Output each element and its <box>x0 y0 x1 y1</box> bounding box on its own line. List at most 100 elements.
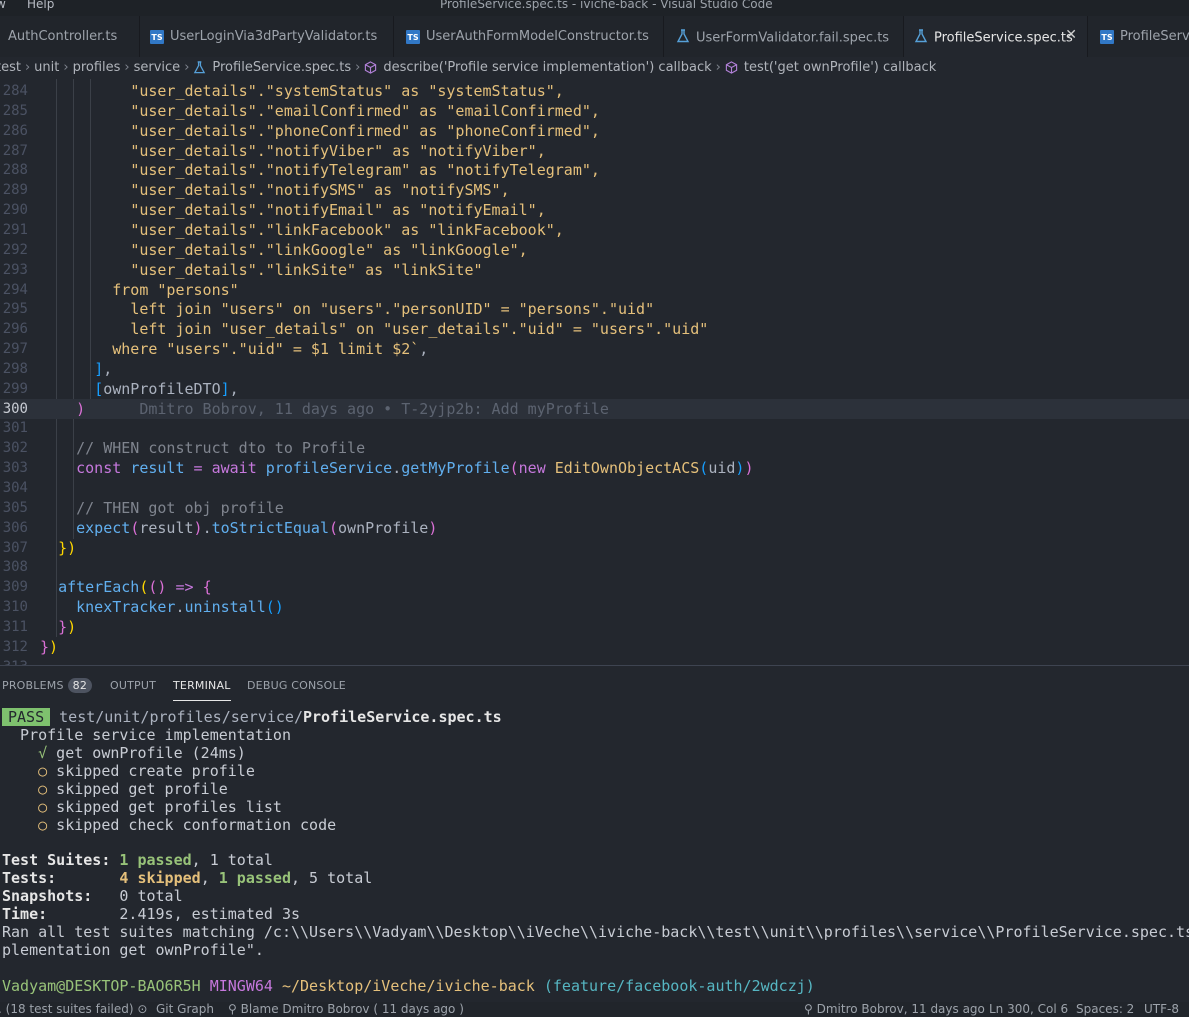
code-line[interactable]: 288 "user_details"."notifyTelegram" as "… <box>0 160 1189 180</box>
status-cursor-position[interactable]: Ln 300, Col 6 <box>989 1002 1068 1017</box>
tab-problems[interactable]: PROBLEMS 82 <box>2 678 93 693</box>
breadcrumb-item-profiles[interactable]: profiles <box>73 60 121 75</box>
code-line[interactable]: 306 expect(result).toStrictEqual(ownProf… <box>0 518 1189 538</box>
breadcrumb-item-describe[interactable]: describe('Profile service implementation… <box>383 60 711 75</box>
tab-output[interactable]: OUTPUT <box>110 679 156 692</box>
code-line[interactable]: 291 "user_details"."linkFacebook" as "li… <box>0 220 1189 240</box>
code-text: knexTracker.uninstall() <box>76 598 284 617</box>
chevron-right-icon: › <box>24 60 31 75</box>
tab-profileservice[interactable]: TS ProfileServ <box>1088 16 1189 57</box>
code-text: left join "user_details" on "user_detail… <box>130 320 709 339</box>
code-line[interactable]: 310 knexTracker.uninstall() <box>0 597 1189 617</box>
code-line[interactable]: 302 // WHEN construct dto to Profile <box>0 438 1189 458</box>
git-commit-icon: ⚲ <box>804 1002 813 1016</box>
tab-userauthformmodelconstructor[interactable]: TS UserAuthFormModelConstructor.ts <box>394 16 664 57</box>
summary-suites-passed: 1 passed <box>119 851 192 869</box>
code-text: "user_details"."linkFacebook" as "linkFa… <box>130 220 564 239</box>
code-line[interactable]: 297 where "users"."uid" = $1 limit $2`, <box>0 339 1189 359</box>
tab-terminal[interactable]: TERMINAL <box>173 679 231 701</box>
code-line[interactable]: 293 "user_details"."linkSite" as "linkSi… <box>0 260 1189 280</box>
status-indentation[interactable]: Spaces: 2 <box>1076 1002 1134 1017</box>
code-text: const result = await profileService.getM… <box>76 459 754 478</box>
tab-userloginvia3dpartyvalidator[interactable]: TS UserLoginVia3dPartyValidator.ts <box>140 16 394 57</box>
summary-time-label: Time: <box>2 905 48 923</box>
status-test-results[interactable]: . (18 test suites failed) ⊙ <box>0 1002 147 1017</box>
code-line[interactable]: 303 const result = await profileService.… <box>0 458 1189 478</box>
breadcrumb-item-unit[interactable]: unit <box>34 60 59 75</box>
code-line[interactable]: 305 // THEN got obj profile <box>0 498 1189 518</box>
breadcrumb-item-service[interactable]: service <box>134 60 181 75</box>
code-editor[interactable]: 284 "user_details"."systemStatus" as "sy… <box>0 79 1189 665</box>
test-path-file: ProfileService.spec.ts <box>303 708 502 726</box>
status-author-label: Dmitro Bobrov, 11 days ago <box>816 1002 985 1016</box>
line-number: 297 <box>2 341 28 358</box>
code-line[interactable]: 284 "user_details"."systemStatus" as "sy… <box>0 81 1189 101</box>
line-number: 299 <box>2 380 28 397</box>
code-line[interactable]: 311 }) <box>0 617 1189 637</box>
status-blame[interactable]: ⚲ Blame Dmitro Bobrov ( 11 days ago ) <box>228 1002 464 1017</box>
code-text: }) <box>58 538 77 557</box>
code-line[interactable]: 289 "user_details"."notifySMS" as "notif… <box>0 180 1189 200</box>
bottom-panel: PROBLEMS 82 OUTPUT TERMINAL DEBUG CONSOLE… <box>0 665 1189 1002</box>
check-icon: √ <box>2 744 48 762</box>
test-name: skipped get profiles list <box>47 798 282 816</box>
code-line[interactable]: 294 from "persons" <box>0 280 1189 300</box>
code-line-current[interactable]: 300 ) Dmitro Bobrov, 11 days ago • T-2yj… <box>0 398 1189 419</box>
line-number: 311 <box>2 618 28 635</box>
code-text: "user_details"."phoneConfirmed" as "phon… <box>130 121 600 140</box>
code-text: "user_details"."notifySMS" as "notifySMS… <box>130 181 510 200</box>
skip-circle-icon: ○ <box>2 798 48 816</box>
code-line[interactable]: 290 "user_details"."notifyEmail" as "not… <box>0 200 1189 220</box>
code-line[interactable]: 304 <box>0 478 1189 498</box>
code-text: // WHEN construct dto to Profile <box>76 439 366 458</box>
chevron-right-icon: › <box>124 60 130 75</box>
tab-userformvalidator-fail-spec[interactable]: UserFormValidator.fail.spec.ts <box>664 16 904 57</box>
line-number: 295 <box>2 301 28 318</box>
code-line[interactable]: 307 }) <box>0 538 1189 558</box>
summary-tests-passed: 1 passed <box>218 869 291 887</box>
test-name: skipped create profile <box>47 762 255 780</box>
code-line[interactable]: 292 "user_details"."linkGoogle" as "link… <box>0 240 1189 260</box>
code-line[interactable]: 309 afterEach(() => { <box>0 577 1189 597</box>
breadcrumb-item-test[interactable]: test <box>0 60 21 75</box>
code-line[interactable]: 287 "user_details"."notifyViber" as "not… <box>0 141 1189 161</box>
breadcrumb-item-test-callback[interactable]: test('get ownProfile') callback <box>744 60 936 75</box>
menu-view[interactable]: w <box>0 0 6 11</box>
close-icon[interactable]: ✕ <box>1065 27 1077 43</box>
tab-debug-console[interactable]: DEBUG CONSOLE <box>247 679 346 692</box>
code-line[interactable]: 299 [ownProfileDTO], <box>0 379 1189 399</box>
line-number: 288 <box>2 162 28 179</box>
line-number: 310 <box>2 599 28 616</box>
status-encoding[interactable]: UTF-8 <box>1144 1002 1179 1017</box>
breadcrumb-item-file[interactable]: ProfileService.spec.ts <box>212 60 351 75</box>
tab-profileservice-spec[interactable]: ProfileService.spec.ts ✕ <box>904 16 1088 57</box>
code-line[interactable]: 308 <box>0 557 1189 577</box>
terminal-pass-line: PASS test/unit/profiles/service/ProfileS… <box>2 708 502 726</box>
chevron-right-icon: › <box>184 60 190 75</box>
test-result-item: ○ skipped get profile <box>2 780 228 798</box>
line-number: 287 <box>2 142 28 159</box>
code-line[interactable]: 312}) <box>0 637 1189 657</box>
code-line[interactable]: 301 <box>0 418 1189 438</box>
code-line[interactable]: 313 <box>0 657 1189 665</box>
status-git-graph[interactable]: Git Graph <box>156 1002 214 1017</box>
tab-label: ProfileServ <box>1120 29 1189 44</box>
line-number: 289 <box>2 182 28 199</box>
line-number: 294 <box>2 281 28 298</box>
menu-help[interactable]: Help <box>27 0 54 11</box>
code-line[interactable]: 296 left join "user_details" on "user_de… <box>0 319 1189 339</box>
code-line[interactable]: 285 "user_details"."emailConfirmed" as "… <box>0 101 1189 121</box>
cube-icon <box>725 60 744 75</box>
terminal-suite-line: Profile service implementation <box>2 726 291 744</box>
code-text: from "persons" <box>112 280 239 299</box>
code-line[interactable]: 298 ], <box>0 359 1189 379</box>
status-author[interactable]: ⚲ Dmitro Bobrov, 11 days ago <box>804 1002 985 1017</box>
summary-tests-total: , 5 total <box>291 869 373 887</box>
code-line[interactable]: 286 "user_details"."phoneConfirmed" as "… <box>0 121 1189 141</box>
status-bar: . (18 test suites failed) ⊙ Git Graph ⚲ … <box>0 1002 1189 1017</box>
code-line[interactable]: 295 left join "users" on "users"."person… <box>0 299 1189 319</box>
chevron-right-icon: › <box>63 60 69 75</box>
code-text: ], <box>94 359 113 378</box>
code-text: "user_details"."emailConfirmed" as "emai… <box>130 101 600 120</box>
tab-authcontroller[interactable]: AuthController.ts <box>0 16 140 57</box>
